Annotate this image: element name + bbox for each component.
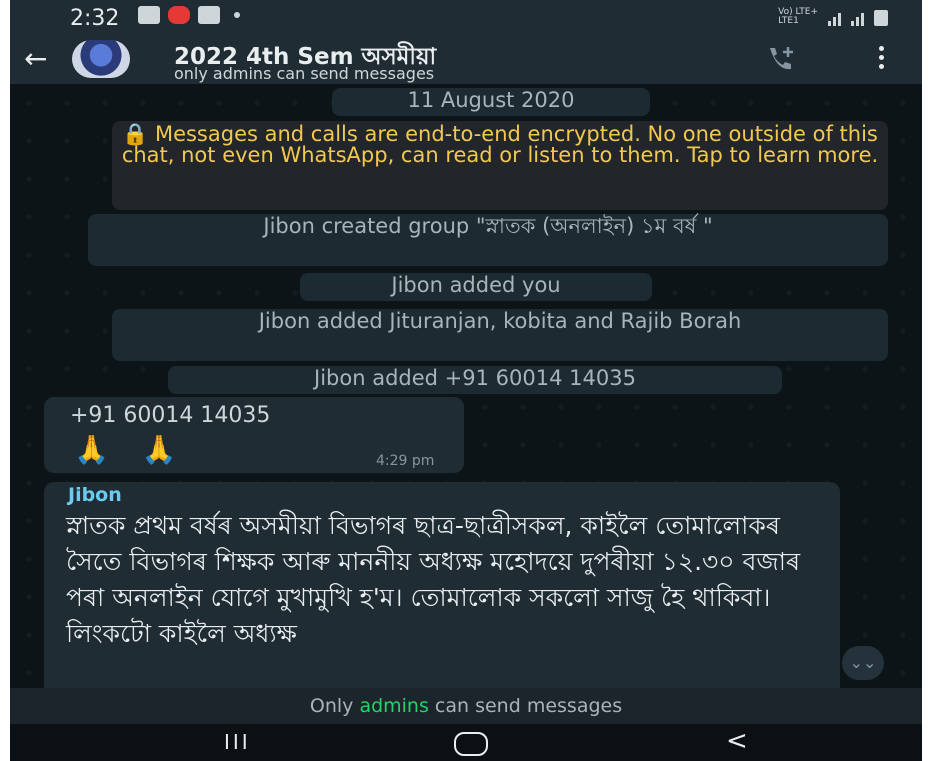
more-vertical-icon[interactable]: [878, 46, 886, 72]
network-type-label: Vo) LTE+ LTE1: [778, 7, 818, 26]
back-arrow-icon[interactable]: ←: [24, 42, 47, 75]
admin-only-footer: Only admins can send messages: [10, 688, 922, 724]
double-chevron-down-icon[interactable]: ⌄⌄: [842, 646, 884, 680]
group-avatar[interactable]: [72, 40, 130, 78]
nav-back-icon[interactable]: <: [726, 726, 748, 756]
notification-icons: [138, 6, 240, 24]
footer-suffix: can send messages: [434, 695, 623, 717]
system-message: Jibon added you: [300, 273, 652, 301]
signal-2-icon: [851, 13, 864, 26]
message-sender[interactable]: Jibon: [68, 484, 122, 506]
footer-admins-link[interactable]: admins: [359, 695, 428, 717]
system-message: Jibon added +91 60014 14035: [168, 366, 782, 394]
home-icon[interactable]: [454, 732, 488, 756]
message-bubble[interactable]: +91 60014 14035 🙏 🙏 4:29 pm: [44, 397, 464, 473]
gallery-icon: [138, 6, 160, 24]
signal-1-icon: [828, 13, 841, 26]
message-time: 4:29 pm: [376, 453, 435, 469]
system-message: Jibon added Jituranjan, kobita and Rajib…: [112, 309, 888, 361]
encryption-notice[interactable]: 🔒 Messages and calls are end-to-end encr…: [112, 121, 888, 210]
add-call-icon[interactable]: [764, 44, 798, 74]
message-bubble[interactable]: Jibon স্নাতক প্ৰথম বৰ্ষৰ অসমীয়া বিভাগৰ …: [44, 482, 840, 712]
message-text: 🙏 🙏: [74, 433, 189, 466]
message-sender[interactable]: +91 60014 14035: [70, 403, 270, 428]
status-time: 2:32: [70, 6, 120, 31]
weather-icon: [198, 6, 220, 24]
chat-area[interactable]: 11 August 2020 🔒 Messages and calls are …: [10, 84, 922, 712]
footer-prefix: Only: [309, 695, 354, 717]
message-text: স্নাতক প্ৰথম বৰ্ষৰ অসমীয়া বিভাগৰ ছাত্ৰ-…: [66, 511, 801, 648]
battery-icon: [874, 10, 888, 26]
more-notifications-icon: [234, 12, 240, 18]
chat-header: ← 2022 4th Sem অসমীয়া only admins can s…: [10, 34, 922, 84]
system-nav-bar: III <: [10, 724, 922, 761]
recent-apps-icon[interactable]: III: [224, 730, 251, 754]
group-subtitle: only admins can send messages: [174, 64, 435, 83]
date-chip: 11 August 2020: [332, 88, 650, 116]
status-bar: 2:32 Vo) LTE+ LTE1: [10, 0, 922, 34]
phone-screen: 2:32 Vo) LTE+ LTE1 ← 2022 4th Sem অসমীয়া…: [10, 0, 922, 761]
status-right: Vo) LTE+ LTE1: [778, 8, 888, 26]
youtube-icon: [168, 6, 190, 24]
system-message: Jibon created group "স্নাতক (অনলাইন) ১ম …: [88, 214, 888, 266]
